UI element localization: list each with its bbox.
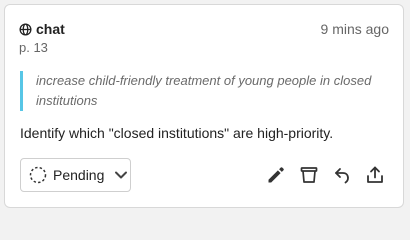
source-label: chat bbox=[36, 21, 65, 37]
source-tag: chat bbox=[19, 21, 65, 37]
share-icon bbox=[365, 165, 385, 185]
pending-dotted-circle-icon bbox=[29, 166, 47, 184]
chevron-down-icon bbox=[114, 168, 128, 182]
undo-button[interactable] bbox=[330, 163, 354, 187]
archive-button[interactable] bbox=[297, 163, 321, 187]
undo-icon bbox=[332, 165, 352, 185]
pencil-icon bbox=[266, 165, 286, 185]
highlight-quote: increase child-friendly treatment of you… bbox=[20, 71, 396, 111]
timestamp: 9 mins ago bbox=[320, 21, 389, 37]
share-button[interactable] bbox=[363, 163, 387, 187]
archive-icon bbox=[299, 165, 319, 185]
status-label: Pending bbox=[53, 167, 105, 183]
globe-icon bbox=[19, 22, 32, 36]
page-reference: p. 13 bbox=[19, 40, 48, 55]
comment-text: Identify which "closed institutions" are… bbox=[20, 125, 334, 141]
status-dropdown[interactable]: Pending bbox=[20, 158, 131, 192]
annotation-card: chat 9 mins ago p. 13 increase child-fri… bbox=[4, 4, 404, 208]
action-toolbar bbox=[264, 163, 387, 187]
card-header: chat 9 mins ago bbox=[19, 21, 389, 41]
edit-button[interactable] bbox=[264, 163, 288, 187]
